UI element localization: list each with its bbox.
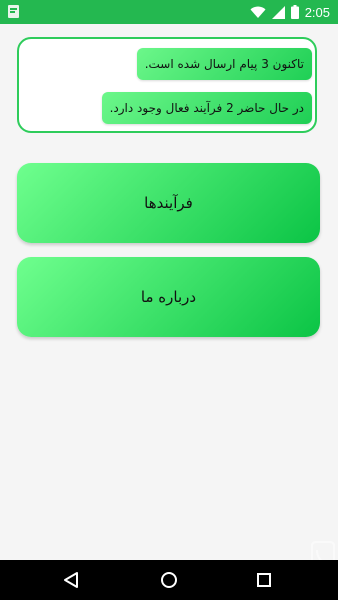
active-processes-text: در حال حاضر 2 فرآیند فعال وجود دارد. xyxy=(101,92,312,124)
status-time: 2:05 xyxy=(304,4,330,20)
recents-icon[interactable] xyxy=(254,570,274,590)
wifi-icon xyxy=(250,6,266,18)
about-us-button[interactable]: درباره ما xyxy=(17,257,320,337)
processes-button-label: فرآیندها xyxy=(144,194,193,212)
back-icon[interactable] xyxy=(62,570,82,590)
notification-icon xyxy=(8,5,19,18)
navigation-bar xyxy=(0,560,338,600)
about-us-button-label: درباره ما xyxy=(140,288,197,306)
home-icon[interactable] xyxy=(159,570,179,590)
battery-icon xyxy=(290,5,299,19)
status-bar: 2:05 xyxy=(0,0,338,24)
processes-button[interactable]: فرآیندها xyxy=(17,163,320,243)
messages-sent-text: تاکنون 3 پیام ارسال شده است. xyxy=(136,48,312,80)
signal-icon xyxy=(271,5,285,19)
